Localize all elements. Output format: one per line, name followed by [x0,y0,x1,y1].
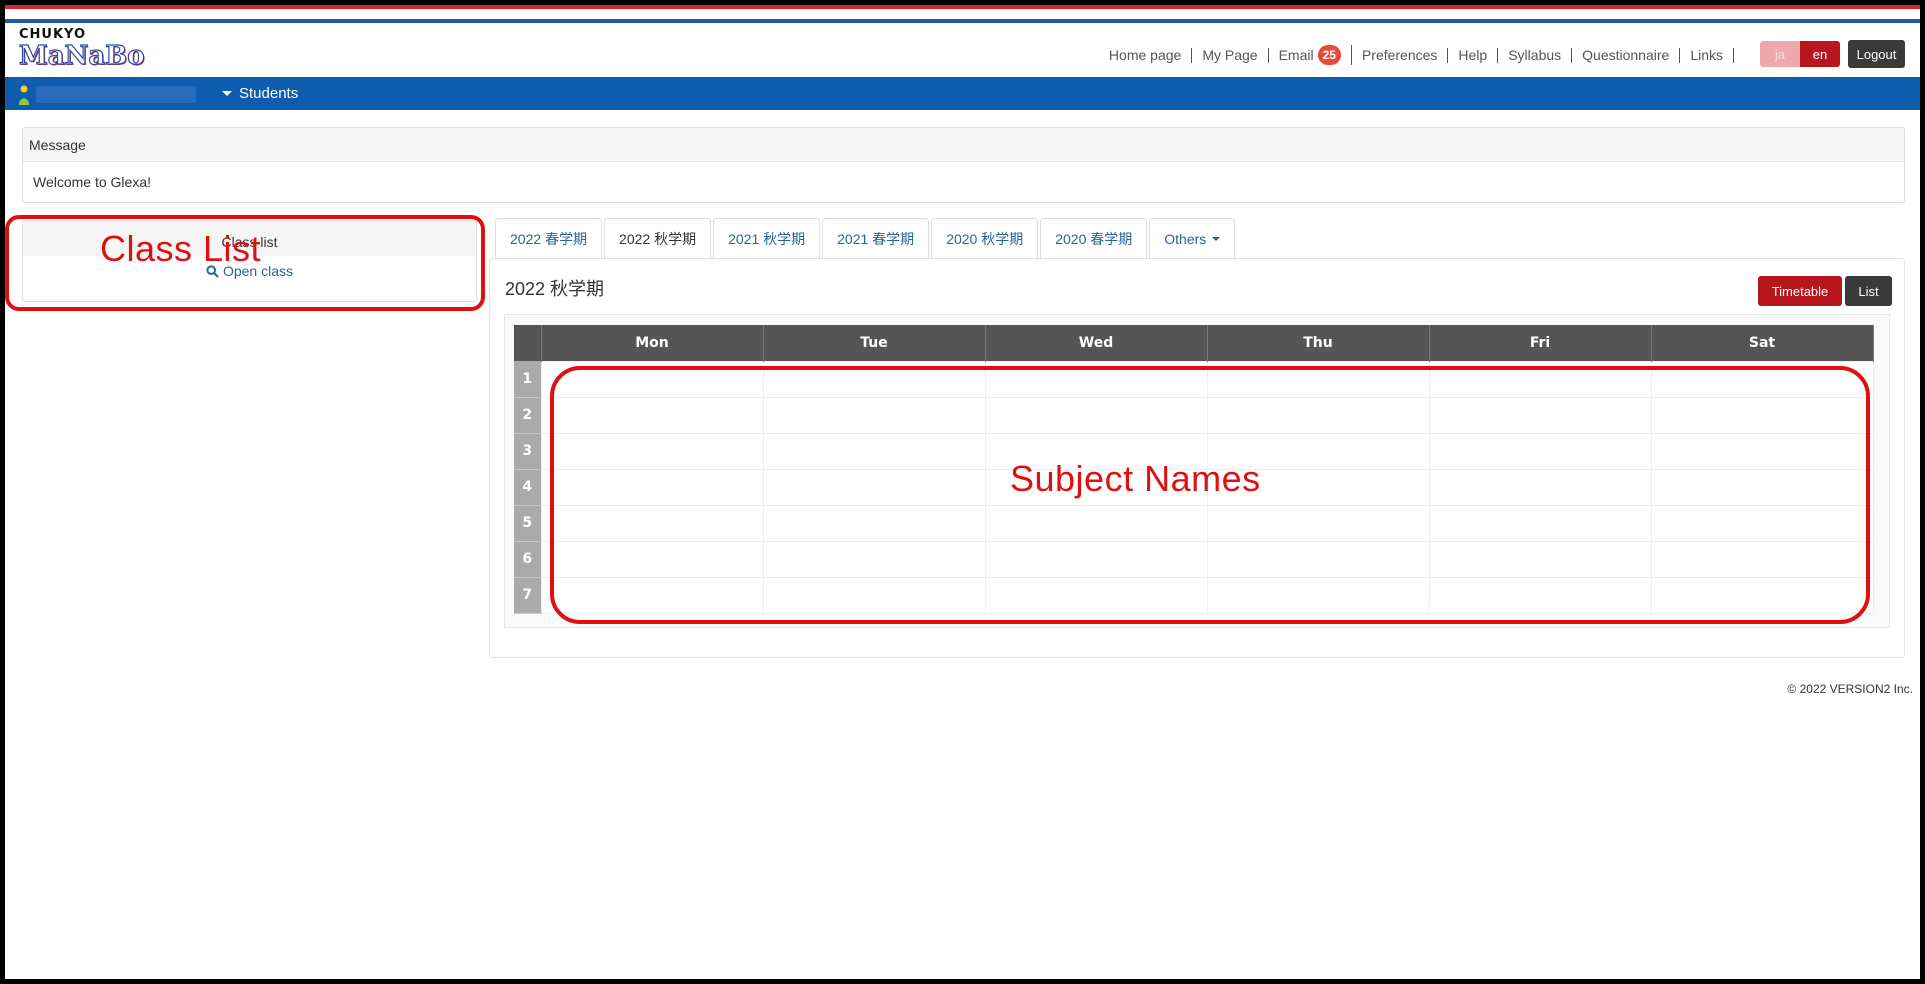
lang-ja-button[interactable]: ja [1760,41,1800,67]
tab-2021-spring[interactable]: 2021 春学期 [822,218,930,259]
tab-2022-fall[interactable]: 2022 秋学期 [604,218,712,259]
logo-main-text: MaNaBo [18,41,145,71]
manabo-logo[interactable]: CHUKYO MaNaBo [18,27,145,76]
timetable-corner [514,325,542,361]
tab-2020-fall[interactable]: 2020 秋学期 [931,218,1039,259]
period-label: 1 [514,361,541,398]
message-body: Welcome to Glexa! [33,174,152,190]
nav-home-page[interactable]: Home page [1099,47,1193,63]
period-label: 7 [514,577,541,614]
language-switch: ja en [1760,41,1840,67]
list-view-button[interactable]: List [1845,276,1892,306]
message-title: Message [23,128,1904,162]
day-header-thu: Thu [1207,325,1430,361]
nav-my-page[interactable]: My Page [1192,47,1269,63]
top-blue-stripe [5,19,1920,23]
top-red-stripe [5,5,1920,9]
user-icon [19,85,29,105]
logo-top-text: CHUKYO [19,27,87,42]
day-header-wed: Wed [985,325,1208,361]
tab-2021-fall[interactable]: 2021 秋学期 [713,218,821,259]
period-label: 5 [514,505,541,542]
day-header-fri: Fri [1429,325,1652,361]
nav-syllabus[interactable]: Syllabus [1498,47,1573,63]
page-frame: CHUKYO MaNaBo Home page My Page Email 25… [5,5,1920,979]
email-count-badge: 25 [1317,45,1341,65]
tab-others-label: Others [1164,231,1207,247]
top-navigation: Home page My Page Email 25 Preferences H… [1099,42,1734,68]
tab-others[interactable]: Others [1149,218,1236,259]
day-header-sat: Sat [1651,325,1874,361]
annotation-label-class-list: Class List [100,228,262,269]
tab-2022-spring[interactable]: 2022 春学期 [495,218,603,259]
day-header-mon: Mon [541,325,764,361]
tab-2020-spring[interactable]: 2020 春学期 [1040,218,1148,259]
period-label: 3 [514,433,541,470]
students-menu[interactable]: Students [222,85,298,102]
annotation-label-subject-names: Subject Names [1010,458,1261,499]
nav-email-label: Email [1278,46,1314,63]
nav-preferences[interactable]: Preferences [1352,47,1449,63]
lang-en-button[interactable]: en [1800,41,1840,67]
term-tabs: 2022 春学期 2022 秋学期 2021 秋学期 2021 春学期 2020… [495,218,1237,259]
user-name-redacted [36,86,196,103]
message-panel: Message Welcome to Glexa! [22,127,1905,203]
students-menu-label: Students [239,85,299,102]
nav-email[interactable]: Email 25 [1269,45,1352,65]
term-title: 2022 秋学期 [505,279,605,299]
user-bar: Students [5,77,1920,110]
nav-help[interactable]: Help [1448,47,1499,63]
copyright-footer: © 2022 VERSION2 Inc. [1787,682,1913,696]
period-label: 4 [514,469,541,506]
period-label: 2 [514,397,541,434]
period-label: 6 [514,541,541,578]
logout-button[interactable]: Logout [1848,40,1905,68]
caret-down-icon [222,91,232,96]
timetable-view-button[interactable]: Timetable [1758,276,1842,306]
nav-links[interactable]: Links [1680,47,1734,63]
chevron-down-icon [1212,237,1221,241]
nav-questionnaire[interactable]: Questionnaire [1572,47,1681,63]
day-header-tue: Tue [763,325,986,361]
